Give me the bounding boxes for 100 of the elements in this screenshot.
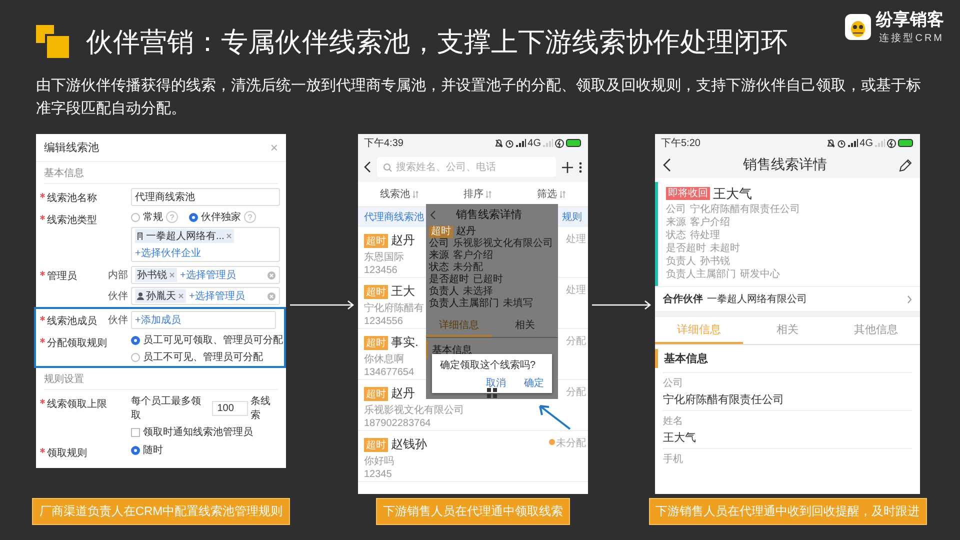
field-label: 负责人主属部门 [666, 268, 736, 281]
lead-item[interactable]: 超时 赵钱孙 你好吗 12345 未分配 [358, 431, 588, 482]
building-icon [137, 232, 144, 240]
radio-button[interactable] [131, 446, 140, 454]
status-dot [549, 439, 555, 445]
radio-button[interactable] [131, 352, 140, 362]
lead-company: 你好吗 [364, 455, 395, 468]
checkbox[interactable] [131, 428, 140, 436]
radio-label: 常规 [143, 210, 163, 224]
pool-name[interactable]: 代理商线索池 [364, 210, 424, 224]
lead-name: 赵丹 [391, 385, 415, 402]
selector-field[interactable]: +添加成员 [131, 311, 276, 329]
sort-icon [560, 190, 566, 198]
radio-label: 随时 [143, 444, 163, 457]
overdue-badge: 超时 [364, 386, 388, 400]
lead-name: 王大气 [713, 187, 752, 200]
rules-link[interactable]: 规则 [562, 210, 582, 224]
detail-tab[interactable]: 相关 [743, 317, 832, 344]
battery-icon [566, 139, 582, 147]
selector-field[interactable]: 孙书锐 +选择管理员 [131, 266, 280, 284]
remove-icon[interactable] [226, 233, 232, 239]
lead-name: 王大 [391, 283, 415, 300]
number-field[interactable]: 100 [212, 400, 248, 416]
charging-icon [555, 138, 564, 148]
remove-icon[interactable] [169, 272, 175, 278]
detail-tab[interactable]: 详细信息 [426, 315, 492, 337]
field-label: 合作伙伴 [663, 292, 703, 306]
lead-status: 未分配 [556, 436, 586, 450]
bee-logo-icon [845, 14, 871, 40]
edit-icon[interactable] [899, 158, 912, 172]
lead-phone: 134677654 [364, 367, 416, 378]
field-value: 待处理 [690, 229, 720, 242]
field-sublabel: 伙伴 [108, 290, 128, 303]
sort-icon [486, 190, 492, 198]
close-button[interactable]: × [270, 140, 278, 155]
dialog-title: 编辑线索池 [44, 140, 99, 155]
caption: 厂商渠道负责人在CRM中配置线索池管理规则 [32, 498, 290, 525]
field-sublabel: 伙伴 [108, 314, 128, 327]
overdue-badge: 超时 [429, 226, 453, 238]
selector-field[interactable]: 孙胤天 +选择管理员 [131, 287, 280, 305]
partner-row[interactable]: 合作伙伴 一拳超人网络有限公司 [655, 286, 920, 317]
charging-icon [887, 138, 896, 148]
lead-company: 你休息啊 [364, 352, 405, 366]
chevron-icon [907, 294, 912, 304]
more-icon[interactable] [579, 162, 582, 172]
field-value: 未分配 [453, 262, 483, 274]
filter-tab[interactable]: 筛选 [536, 187, 566, 201]
text-field[interactable]: 代理商线索池 [131, 188, 280, 206]
limit-label: 每个员工最多领取 [131, 395, 202, 422]
search-field[interactable]: 搜索姓名、公司、电话 [377, 157, 556, 177]
tag-chip[interactable]: 孙书锐 [135, 268, 177, 282]
filter-tab[interactable]: 线索池 [380, 187, 420, 201]
lead-name: 赵丹 [456, 226, 476, 238]
field-label: 姓名 [663, 415, 684, 428]
radio-button[interactable] [189, 212, 198, 222]
radio-label: 伙伴独家 [201, 210, 241, 224]
selector-field[interactable]: 一拳超人网络有... +选择伙伴企业 [131, 227, 280, 262]
tag-chip[interactable]: 一拳超人网络有... [135, 229, 234, 243]
overdue-badge: 超时 [364, 234, 388, 248]
grid-icon[interactable] [487, 388, 497, 398]
add-link[interactable]: +选择伙伴企业 [135, 246, 201, 260]
mute-bell-icon [494, 138, 503, 148]
add-link[interactable]: +选择管理员 [189, 289, 245, 303]
lead-status: 处理 [566, 284, 586, 297]
logo-name: 纷享销客 [876, 9, 944, 31]
battery-icon [898, 139, 914, 147]
back-icon[interactable] [364, 161, 371, 173]
detail-tab[interactable]: 其他信息 [832, 317, 920, 344]
reclaim-badge: 即将收回 [666, 187, 710, 200]
add-link[interactable]: +选择管理员 [180, 268, 236, 282]
tag-chip[interactable]: 孙胤天 [135, 289, 186, 303]
radio-label: 员工可见可领取、管理员可分配 [143, 334, 283, 347]
field-label: 线索池类型 [47, 214, 97, 227]
lead-name: 赵丹 [391, 232, 415, 249]
lead-company: 东恩国际 [364, 250, 405, 264]
radio-button[interactable] [131, 336, 140, 344]
network-label: 4G [528, 138, 541, 148]
lead-phone: 187902283764 [364, 418, 432, 429]
network-label: 4G [860, 138, 873, 148]
section-heading: 规则设置 [44, 372, 278, 390]
field-label: 公司 [663, 377, 684, 390]
add-link[interactable]: +添加成员 [135, 313, 181, 327]
mute-bell-icon [826, 138, 835, 148]
help-icon[interactable]: ? [244, 211, 256, 223]
caption: 下游销售人员在代理通中收到回收提醒，及时跟进 [648, 498, 926, 525]
lead-phone: 12345 [364, 469, 393, 480]
back-icon[interactable] [663, 158, 671, 172]
field-label: 负责人主属部门 [429, 298, 499, 310]
field-label: 线索领取上限 [47, 398, 107, 411]
radio-button[interactable] [131, 212, 140, 222]
section-heading: 基本信息 [44, 166, 278, 184]
lead-status: 处理 [566, 232, 586, 246]
lead-status: 分配 [566, 386, 586, 399]
help-icon[interactable]: ? [166, 211, 178, 223]
remove-icon[interactable] [178, 293, 184, 299]
field-value: 乐视影视文化有限公司 [453, 238, 553, 250]
add-icon[interactable] [562, 162, 573, 172]
logo-tagline: 连接型CRM [879, 32, 944, 45]
slide-description: 由下游伙伴传播获得的线索，清洗后统一放到代理商专属池，并设置池子的分配、领取及回收规则，支持下游伙伴自己领取，或基于标准字段匹配自动分配。 [35, 76, 922, 119]
filter-tab[interactable]: 排序 [463, 187, 492, 201]
